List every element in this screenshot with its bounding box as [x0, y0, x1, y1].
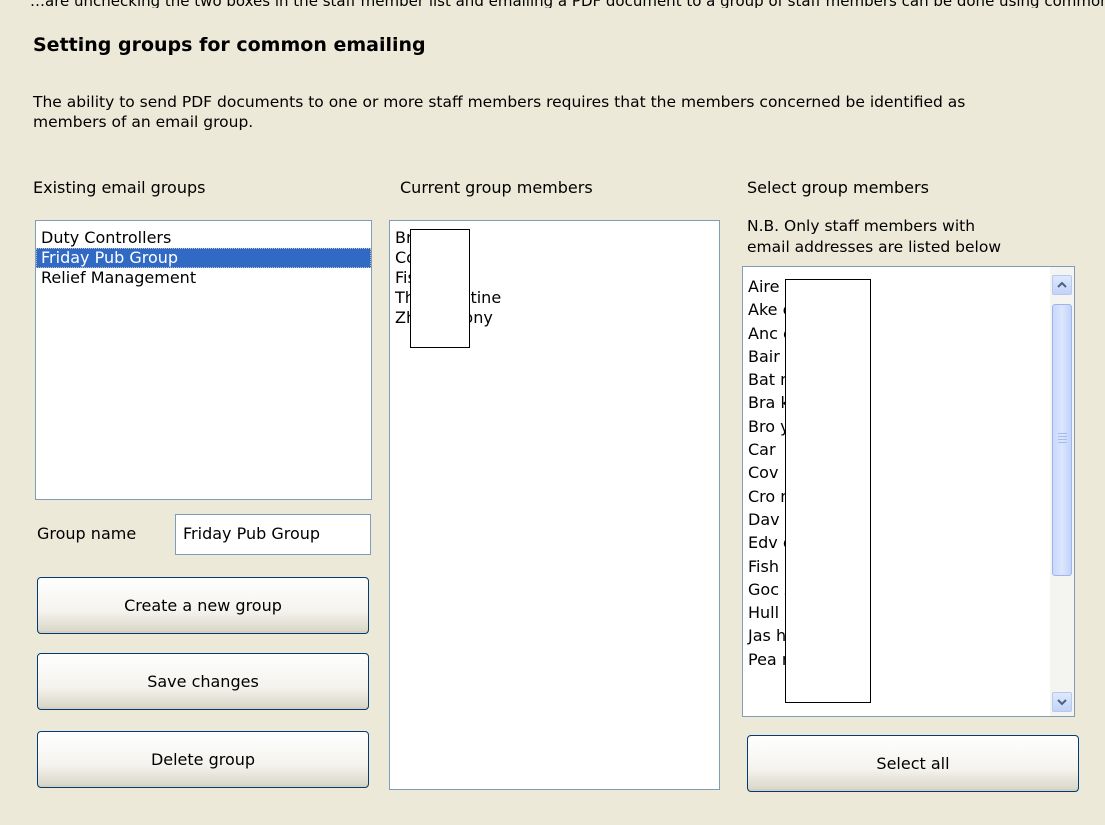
clipped-header-text: …are unchecking the two boxes in the sta… — [0, 0, 1105, 8]
page-title: Setting groups for common emailing — [33, 34, 426, 56]
group-item-relief-management[interactable]: Relief Management — [36, 268, 371, 288]
create-group-button[interactable]: Create a new group — [37, 577, 369, 634]
group-item-duty-controllers[interactable]: Duty Controllers — [36, 228, 371, 248]
select-all-button[interactable]: Select all — [747, 735, 1079, 792]
current-members-label: Current group members — [400, 178, 593, 197]
delete-group-button[interactable]: Delete group — [37, 731, 369, 788]
group-item-friday-pub-group[interactable]: Friday Pub Group — [36, 248, 371, 268]
group-name-field[interactable]: Friday Pub Group — [175, 514, 371, 555]
redaction-box — [410, 229, 470, 348]
select-members-label: Select group members — [747, 178, 929, 197]
scrollbar-thumb[interactable] — [1052, 304, 1072, 576]
redaction-box — [785, 279, 871, 703]
save-changes-button[interactable]: Save changes — [37, 653, 369, 710]
top-edge: …are unchecking the two boxes in the sta… — [0, 0, 1105, 18]
vertical-scrollbar[interactable] — [1050, 267, 1074, 716]
scroll-up-arrow-icon[interactable] — [1052, 275, 1072, 295]
existing-groups-list[interactable]: Duty Controllers Friday Pub Group Relief… — [35, 220, 372, 500]
scroll-down-arrow-icon[interactable] — [1052, 692, 1072, 712]
existing-groups-label: Existing email groups — [33, 178, 206, 197]
select-members-note-2: email addresses are listed below — [747, 238, 1002, 256]
select-members-note-1: N.B. Only staff members with — [747, 217, 976, 235]
description: The ability to send PDF documents to one… — [33, 93, 966, 131]
group-name-label: Group name — [37, 524, 137, 543]
